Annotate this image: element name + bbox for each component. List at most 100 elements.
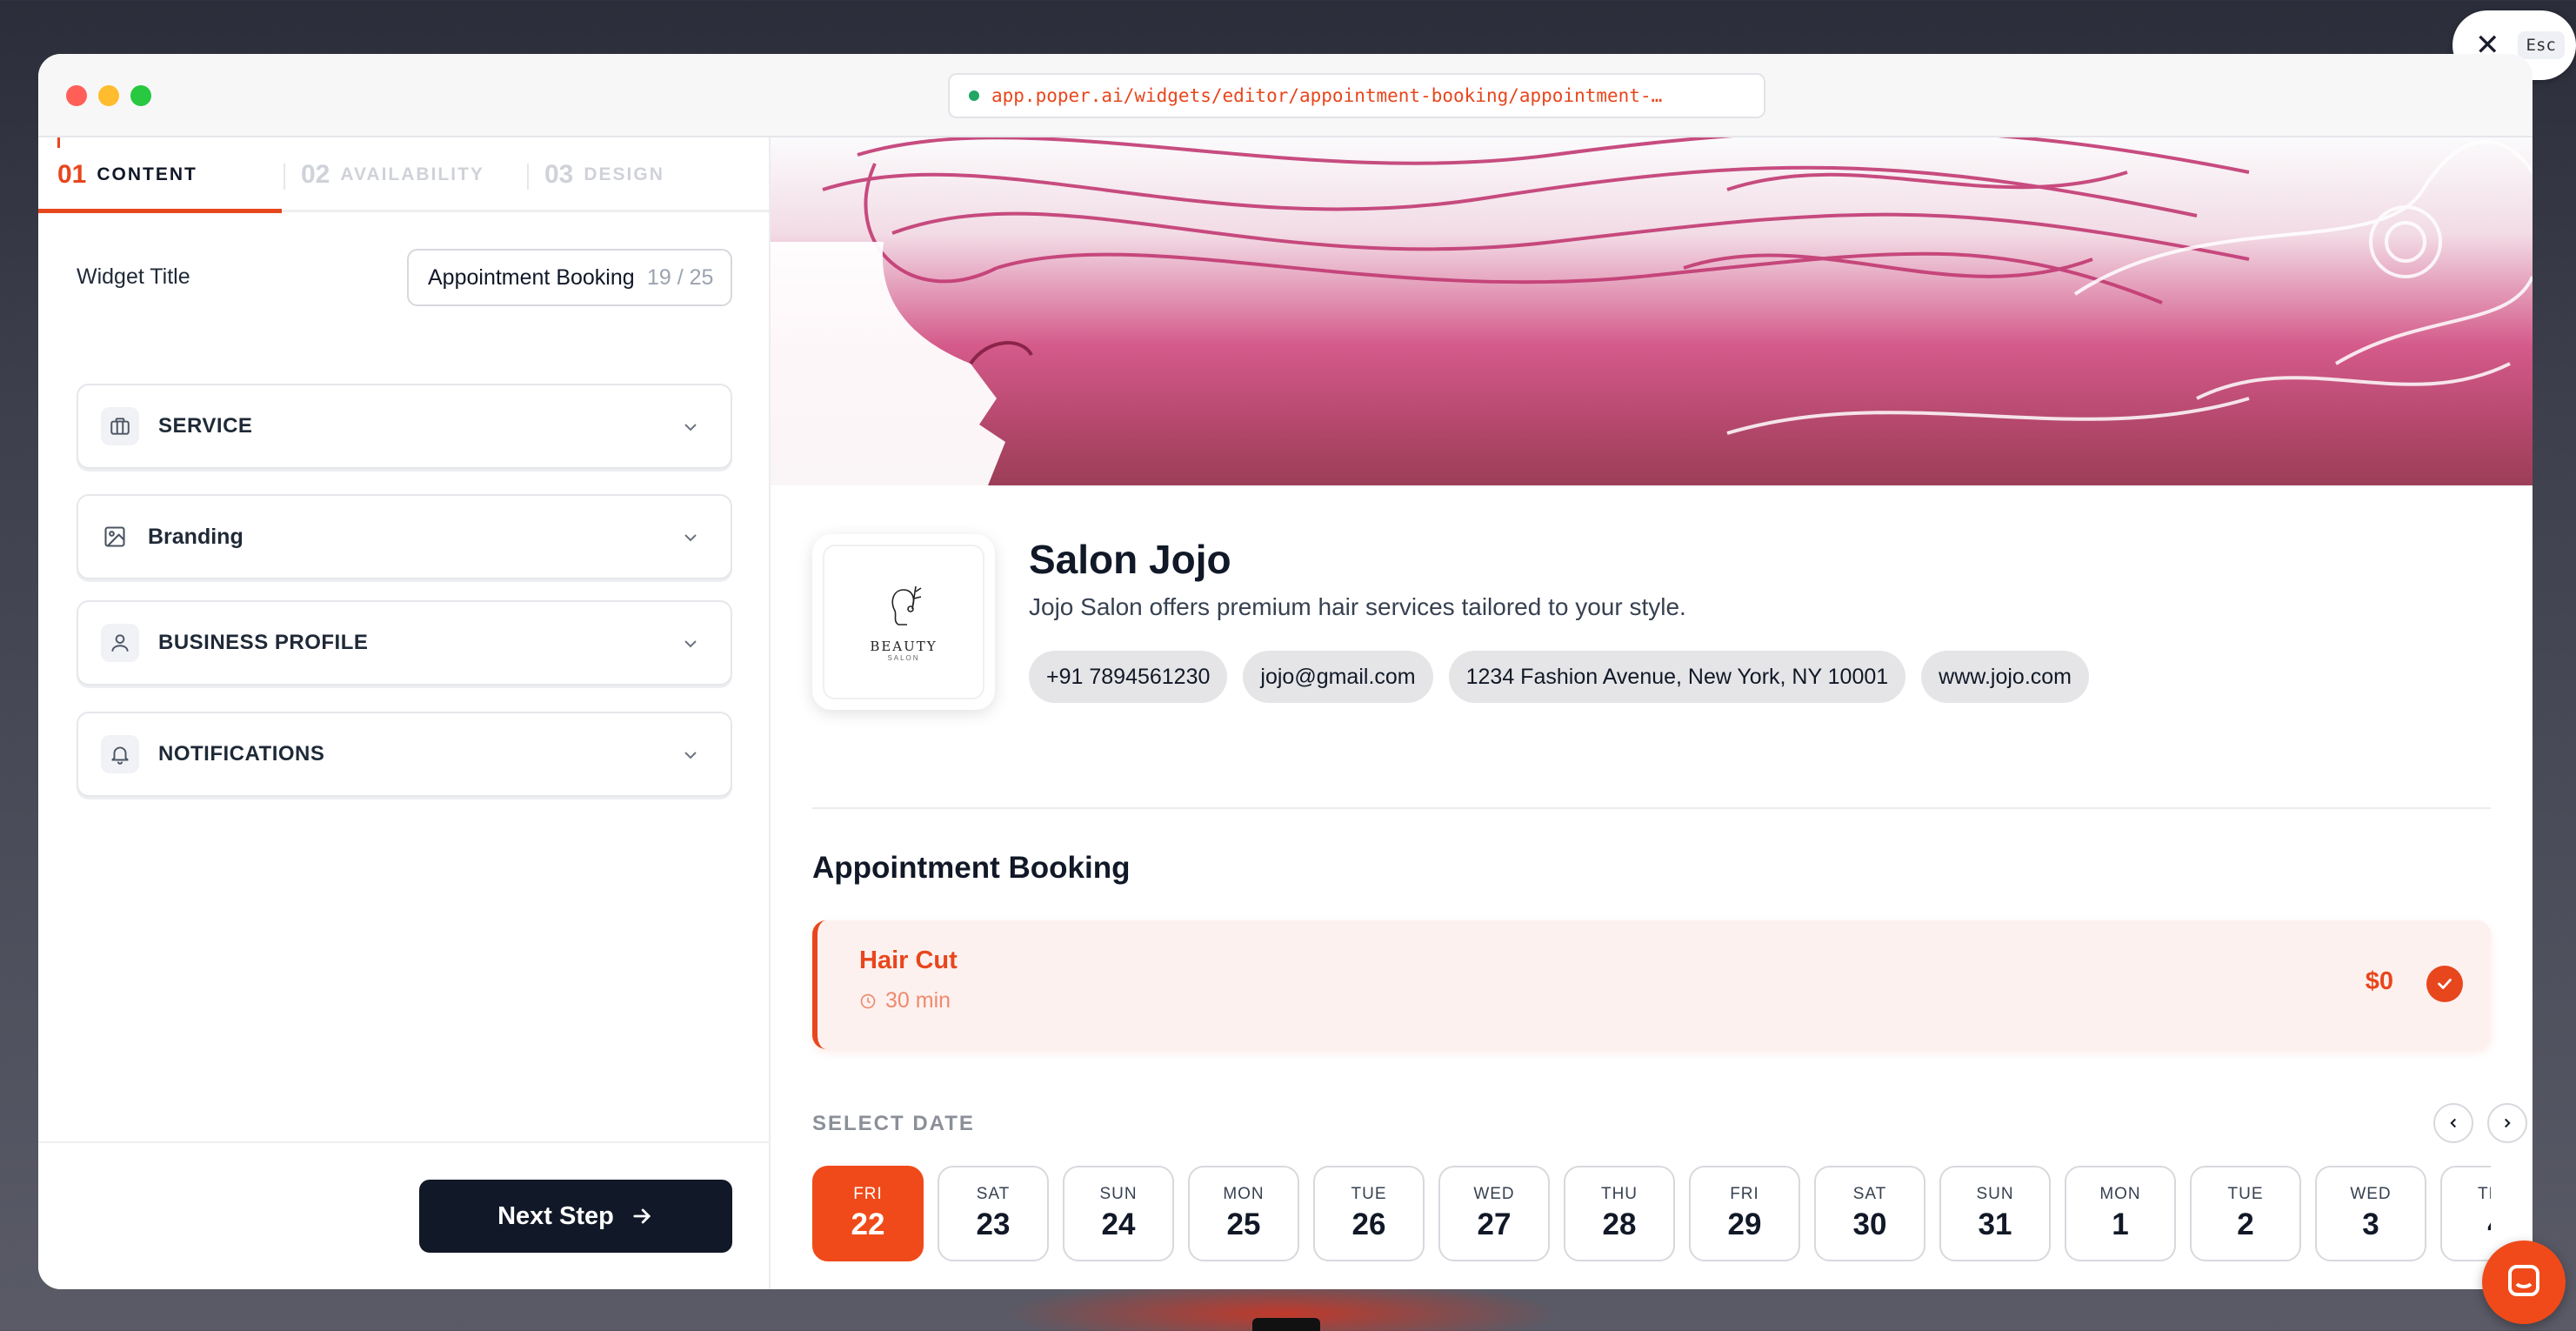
date-option[interactable]: TUE 2 xyxy=(2190,1166,2301,1261)
service-duration: 30 min xyxy=(859,988,951,1013)
logo-text: BEAUTY xyxy=(870,638,938,654)
editor-panel: 01 CONTENT 02 AVAILABILITY 03 DESIGN Wid… xyxy=(38,137,771,1289)
briefcase-icon xyxy=(101,407,139,445)
accordion-branding[interactable]: Branding xyxy=(77,494,732,579)
date-option[interactable]: THU 4 xyxy=(2440,1166,2491,1261)
date-option[interactable]: FRI 29 xyxy=(1689,1166,1800,1261)
contact-address[interactable]: 1234 Fashion Avenue, New York, NY 10001 xyxy=(1448,651,1906,703)
widget-title-input[interactable]: Appointment Booking 19 / 25 xyxy=(407,249,732,306)
date-weekday: WED xyxy=(1473,1185,1515,1203)
chat-support-button[interactable] xyxy=(2482,1241,2566,1324)
chevron-left-icon xyxy=(2450,1118,2456,1128)
widget-title-label: Widget Title xyxy=(77,264,190,289)
date-day-number: 30 xyxy=(1852,1207,1887,1241)
window-close-dot[interactable] xyxy=(66,85,87,106)
date-weekday: THU xyxy=(1600,1185,1638,1203)
tab-availability[interactable]: 02 AVAILABILITY xyxy=(301,137,484,212)
select-date-label: SELECT DATE xyxy=(812,1112,975,1135)
date-weekday: SAT xyxy=(976,1185,1011,1203)
date-option[interactable]: SUN 24 xyxy=(1063,1166,1174,1261)
chevron-down-icon xyxy=(680,745,701,770)
clock-icon xyxy=(860,993,876,1008)
date-weekday: SAT xyxy=(1852,1185,1887,1203)
date-day-number: 4 xyxy=(2487,1207,2491,1242)
divider xyxy=(812,807,2491,809)
browser-window: app.poper.ai/widgets/editor/appointment-… xyxy=(38,54,2533,1289)
date-day-number: 22 xyxy=(851,1207,885,1241)
date-day-number: 27 xyxy=(1477,1207,1512,1241)
user-icon xyxy=(101,624,139,662)
tab-content[interactable]: 01 CONTENT xyxy=(57,137,197,212)
chevron-down-icon xyxy=(680,527,701,552)
widget-title-row: Widget Title Appointment Booking 19 / 25 xyxy=(77,249,732,306)
date-weekday: SUN xyxy=(1976,1185,2014,1203)
date-weekday: FRI xyxy=(1730,1185,1759,1203)
date-option[interactable]: MON 1 xyxy=(2065,1166,2176,1261)
active-step-underline xyxy=(38,209,282,213)
accordion-business-profile[interactable]: BUSINESS PROFILE xyxy=(77,600,732,686)
beauty-logo-icon xyxy=(891,585,922,625)
date-day-number: 28 xyxy=(1602,1207,1637,1241)
date-weekday: TUE xyxy=(1351,1185,1387,1203)
date-option[interactable]: SAT 30 xyxy=(1814,1166,1925,1261)
date-option[interactable]: SAT 23 xyxy=(938,1166,1049,1261)
chevron-right-icon xyxy=(2505,1118,2511,1128)
step-label: DESIGN xyxy=(584,164,664,184)
date-option[interactable]: THU 28 xyxy=(1564,1166,1675,1261)
step-label: AVAILABILITY xyxy=(340,164,484,184)
accordion-notifications[interactable]: NOTIFICATIONS xyxy=(77,712,732,797)
window-maximize-dot[interactable] xyxy=(130,85,151,106)
date-option[interactable]: SUN 31 xyxy=(1939,1166,2051,1261)
date-prev-button[interactable] xyxy=(2433,1103,2473,1143)
address-bar[interactable]: app.poper.ai/widgets/editor/appointment-… xyxy=(948,73,1765,118)
salon-banner-image xyxy=(771,137,2533,485)
date-option[interactable]: WED 3 xyxy=(2315,1166,2426,1261)
step-label: CONTENT xyxy=(97,164,197,184)
chevron-down-icon xyxy=(680,633,701,659)
date-option[interactable]: TUE 26 xyxy=(1313,1166,1425,1261)
arrow-right-icon xyxy=(633,1208,651,1224)
widget-title-value: Appointment Booking xyxy=(428,264,635,290)
business-logo: BEAUTY SALON xyxy=(812,534,995,710)
date-next-button[interactable] xyxy=(2487,1103,2527,1143)
contact-website[interactable]: www.jojo.com xyxy=(1921,651,2089,703)
date-weekday: TUE xyxy=(2227,1185,2264,1203)
widget-title-char-count: 19 / 25 xyxy=(647,264,714,290)
check-icon xyxy=(2426,966,2463,1002)
date-option[interactable]: MON 25 xyxy=(1188,1166,1299,1261)
step-number: 02 xyxy=(301,160,330,189)
date-weekday: FRI xyxy=(853,1185,883,1203)
date-weekday: MON xyxy=(2099,1185,2141,1203)
accordion-service[interactable]: SERVICE xyxy=(77,384,732,469)
accordion-title: SERVICE xyxy=(158,414,253,438)
date-option[interactable]: WED 27 xyxy=(1438,1166,1550,1261)
date-day-number: 2 xyxy=(2237,1207,2254,1241)
date-strip: FRI 22 SAT 23 SUN 24 MON 25 TUE 26 WED 27 THU 28 FRI 29… xyxy=(812,1166,2491,1263)
service-option-card[interactable]: Hair Cut 30 min $0 xyxy=(812,920,2491,1049)
contact-email[interactable]: jojo@gmail.com xyxy=(1243,651,1433,703)
bell-icon xyxy=(101,735,139,773)
chevron-down-icon xyxy=(680,417,701,442)
step-divider xyxy=(527,164,529,190)
date-day-number: 26 xyxy=(1351,1207,1386,1241)
tab-design[interactable]: 03 DESIGN xyxy=(544,137,664,212)
next-step-button[interactable]: Next Step xyxy=(419,1180,732,1253)
date-weekday: THU xyxy=(2477,1185,2491,1203)
widget-preview: BEAUTY SALON Salon Jojo Jojo Salon offer… xyxy=(771,137,2533,1289)
contact-chips: +91 7894561230 jojo@gmail.com 1234 Fashi… xyxy=(1029,651,2089,703)
image-icon xyxy=(101,518,129,556)
window-titlebar: app.poper.ai/widgets/editor/appointment-… xyxy=(38,54,2533,137)
date-option[interactable]: FRI 22 xyxy=(812,1166,924,1261)
backdrop-handle xyxy=(1252,1318,1320,1331)
service-price: $0 xyxy=(2365,967,2393,995)
contact-phone[interactable]: +91 7894561230 xyxy=(1029,651,1228,703)
date-weekday: SUN xyxy=(1099,1185,1138,1203)
date-day-number: 3 xyxy=(2362,1207,2379,1241)
address-url: app.poper.ai/widgets/editor/appointment-… xyxy=(991,85,1663,106)
secure-indicator-icon xyxy=(969,90,979,101)
window-minimize-dot[interactable] xyxy=(98,85,119,106)
accordion-title: NOTIFICATIONS xyxy=(158,742,325,766)
date-day-number: 23 xyxy=(976,1207,1011,1241)
logo-frame: BEAUTY SALON xyxy=(823,545,984,699)
editor-footer: Next Step xyxy=(38,1141,771,1289)
